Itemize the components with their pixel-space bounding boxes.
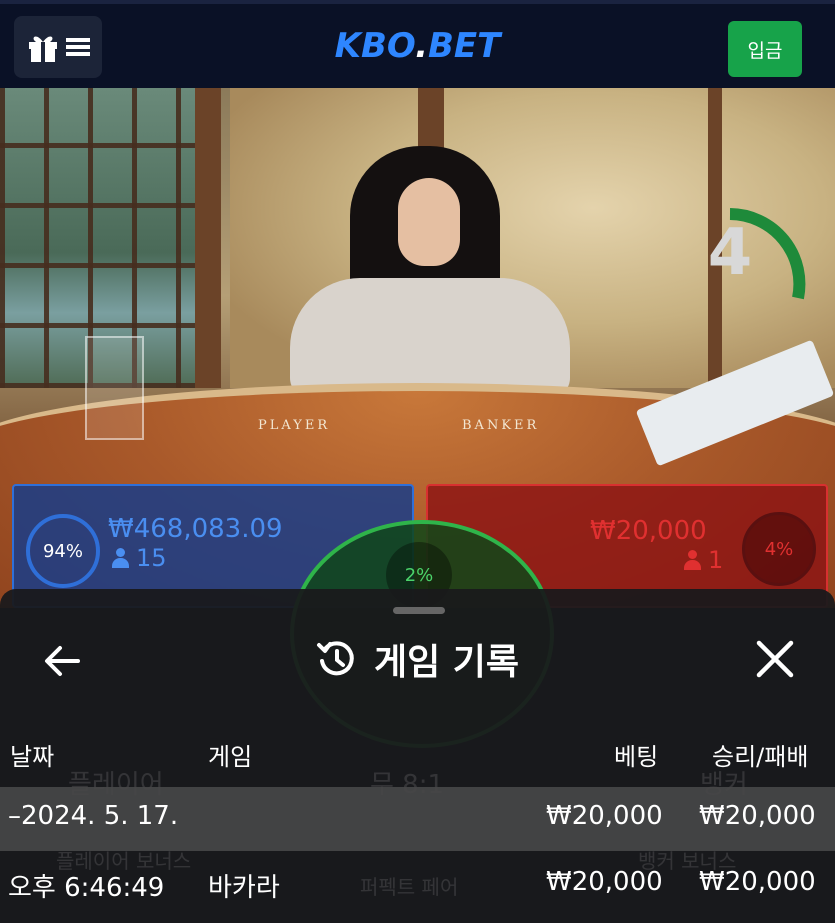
countdown-timer: 4	[690, 208, 810, 328]
banker-count-value: 1	[708, 546, 724, 574]
sheet-title: 게임 기록	[0, 633, 835, 685]
discard-box	[85, 336, 144, 440]
table-player-label: PLAYER	[258, 418, 331, 433]
countdown-number: 4	[707, 216, 753, 290]
column-header-win-loss[interactable]: 승리/패배	[712, 737, 808, 772]
column-header-bet[interactable]: 베팅	[614, 737, 658, 772]
tie-percent: 2%	[404, 564, 434, 586]
logo-main: KBO	[334, 26, 416, 66]
person-icon	[112, 548, 129, 568]
player-percent: 94%	[42, 540, 83, 562]
column-header-game[interactable]: 게임	[208, 737, 252, 772]
dealer-face	[398, 178, 460, 266]
banker-count: 1	[684, 546, 723, 574]
ghost-perfect-pair-label: 퍼펙트 페어	[360, 875, 459, 899]
game-history-sheet: 게임 기록 플레이어 무 8:1 뱅커 날짜 게임 베팅 승리/패배 –2024…	[0, 589, 835, 923]
entry-game: 바카라	[208, 873, 280, 903]
history-icon	[316, 641, 354, 676]
logo-suffix: BET	[428, 26, 501, 66]
date-group-date: –2024. 5. 17.	[8, 801, 179, 831]
dealer-body	[290, 278, 570, 398]
sheet-drag-handle[interactable]	[393, 607, 445, 614]
logo-dot: .	[415, 26, 428, 66]
player-percent-ring: 94%	[26, 514, 100, 588]
entry-time: 오후 6:46:49	[8, 873, 165, 903]
wood-pillar	[195, 88, 221, 388]
deposit-button[interactable]: 입금	[728, 21, 802, 77]
banker-percent: 4%	[764, 538, 794, 560]
player-count-value: 15	[136, 544, 167, 572]
column-header-date[interactable]: 날짜	[10, 737, 54, 772]
table-row[interactable]: 오후 6:46:49 바카라 퍼펙트 페어 ₩20,000 ₩20,000	[0, 853, 835, 917]
player-count: 15	[112, 544, 167, 572]
site-logo[interactable]: KBO.BET	[0, 26, 835, 66]
sheet-title-text: 게임 기록	[373, 642, 519, 683]
date-group-win-loss: ₩20,000	[699, 801, 816, 831]
player-bet-amount: ₩468,083.09	[108, 514, 283, 544]
close-icon[interactable]	[755, 639, 795, 679]
date-group-bet: ₩20,000	[546, 801, 663, 831]
person-icon	[684, 550, 701, 570]
table-banker-label: BANKER	[462, 418, 540, 433]
entry-win-loss: ₩20,000	[699, 867, 816, 897]
entry-bet: ₩20,000	[546, 867, 663, 897]
banker-percent-ring: 4%	[742, 512, 816, 586]
date-group-row[interactable]: –2024. 5. 17. ₩20,000 ₩20,000	[0, 787, 835, 851]
banker-bet-amount: ₩20,000	[590, 516, 707, 546]
header-bar: KBO.BET 입금	[0, 0, 835, 88]
